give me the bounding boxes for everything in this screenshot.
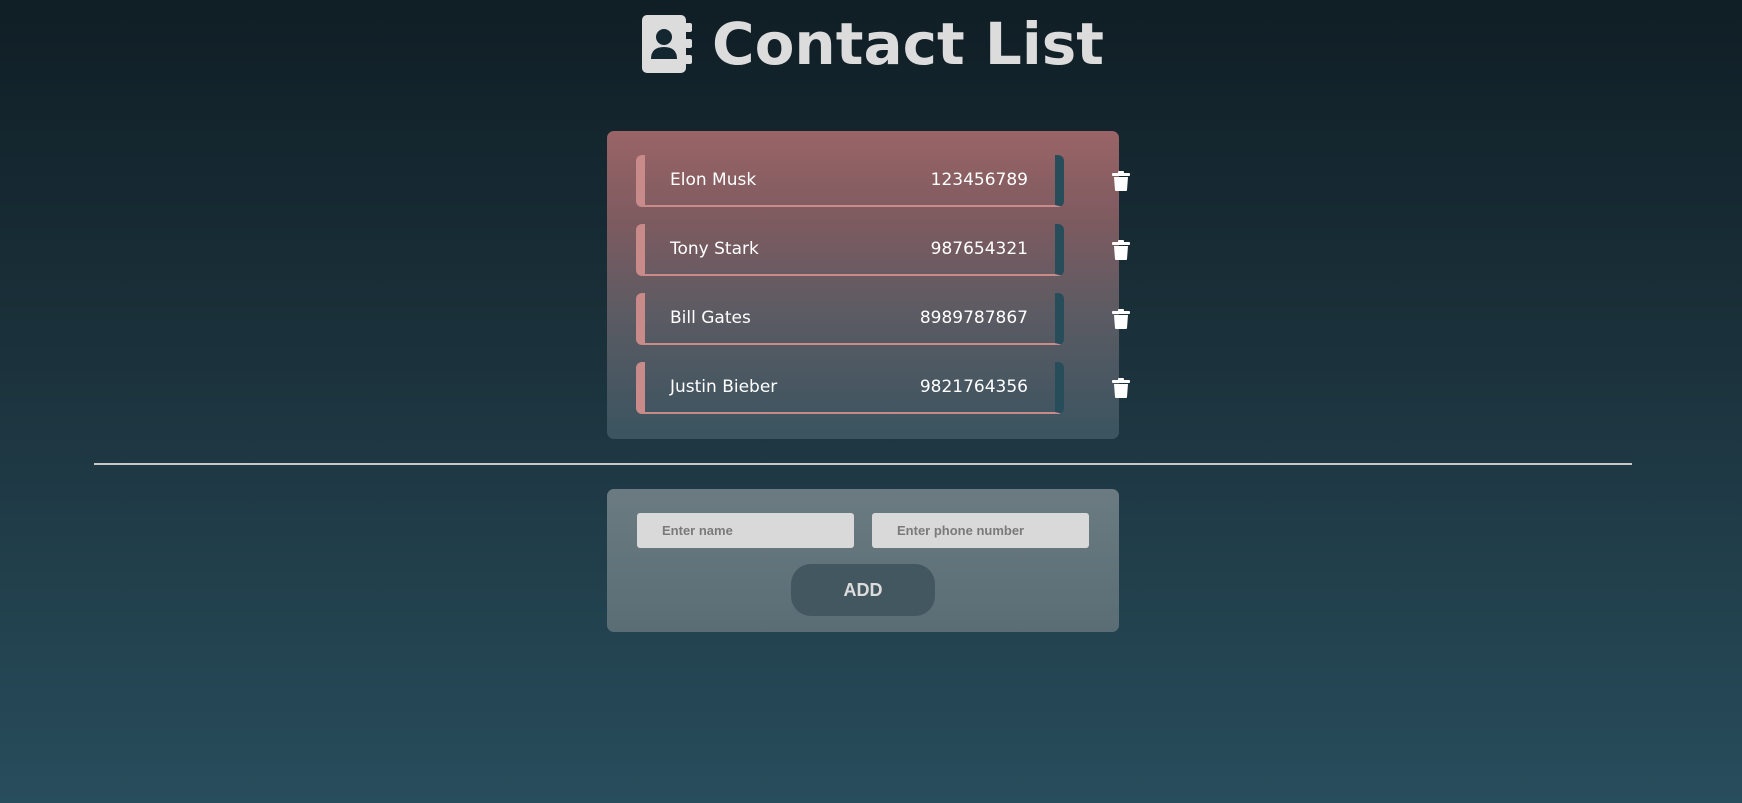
- contact-name: Justin Bieber: [670, 377, 778, 397]
- contact-pill: Justin Bieber 9821764356: [636, 362, 1064, 414]
- contact-pill: Tony Stark 987654321: [636, 224, 1064, 276]
- trash-icon[interactable]: [1112, 240, 1130, 260]
- contact-list-card: Elon Musk 123456789 Tony Stark 987654321…: [607, 131, 1130, 439]
- page-title: Contact List: [0, 8, 1742, 89]
- contact-pill: Elon Musk 123456789: [636, 155, 1064, 207]
- contact-name: Elon Musk: [670, 170, 757, 190]
- section-divider: [94, 463, 1632, 465]
- trash-icon[interactable]: [1112, 171, 1130, 191]
- trash-icon[interactable]: [1112, 378, 1130, 398]
- add-contact-form: ADD: [607, 489, 1119, 632]
- contact-row: Bill Gates 8989787867: [636, 293, 1130, 345]
- contact-pill: Bill Gates 8989787867: [636, 293, 1064, 345]
- contact-row: Elon Musk 123456789: [636, 155, 1130, 207]
- trash-icon[interactable]: [1112, 309, 1130, 329]
- contact-name: Tony Stark: [670, 239, 759, 259]
- contact-name: Bill Gates: [670, 308, 751, 328]
- contact-phone: 8989787867: [919, 308, 1028, 328]
- contact-phone: 987654321: [930, 239, 1028, 259]
- page-title-text: Contact List: [712, 10, 1104, 78]
- contact-phone: 9821764356: [919, 377, 1028, 397]
- contact-row: Tony Stark 987654321: [636, 224, 1130, 276]
- contact-row: Justin Bieber 9821764356: [636, 362, 1130, 414]
- add-button[interactable]: ADD: [791, 564, 935, 616]
- contact-phone: 123456789: [930, 170, 1028, 190]
- address-book-icon: [642, 15, 693, 73]
- name-input[interactable]: [637, 513, 854, 548]
- phone-input[interactable]: [872, 513, 1089, 548]
